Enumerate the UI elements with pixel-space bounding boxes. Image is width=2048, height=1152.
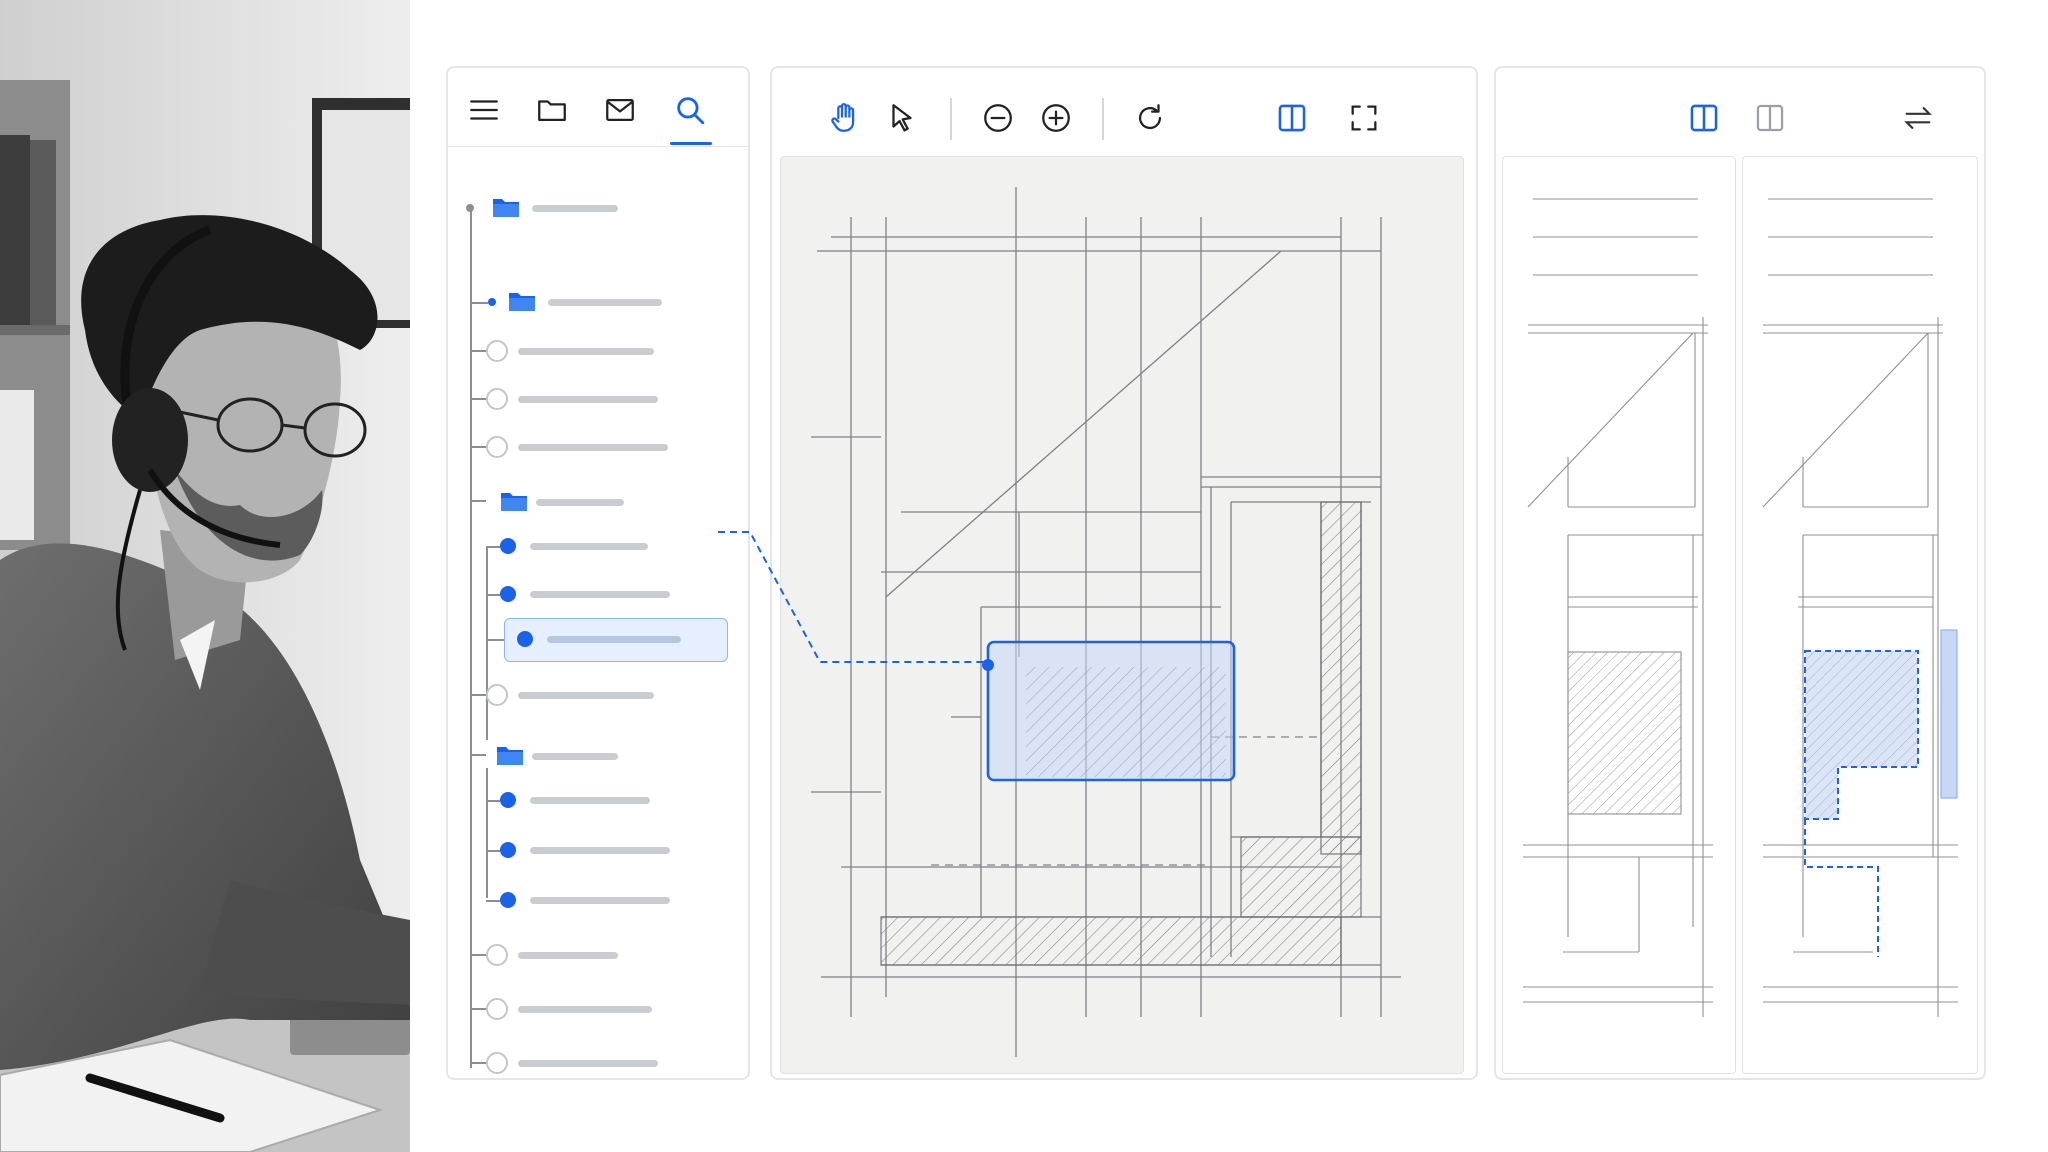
swap-button[interactable]: [1898, 98, 1938, 138]
folder-icon: [501, 493, 527, 511]
mail-icon: [606, 98, 634, 122]
tab-divider: [448, 146, 748, 147]
single-view-icon: [1756, 104, 1784, 132]
rotate-icon: [1138, 104, 1162, 130]
tree-item-label: [518, 692, 654, 699]
tree-connector: [470, 754, 486, 756]
tree-item-label: [518, 396, 658, 403]
tree-node-dot: [488, 298, 496, 306]
radio-icon: [486, 388, 508, 410]
radio-icon: [486, 436, 508, 458]
tree-item-label: [518, 1060, 658, 1067]
tree-connector: [470, 208, 472, 1068]
bullet-icon: [500, 538, 516, 554]
tree-item[interactable]: [470, 434, 730, 460]
swap-icon: [1904, 107, 1932, 129]
compare-single-button[interactable]: [1750, 98, 1790, 138]
bullet-icon: [500, 842, 516, 858]
tree-item[interactable]: [486, 534, 726, 558]
tree-item-label: [518, 348, 654, 355]
zoom-in-button[interactable]: [1036, 98, 1076, 138]
tree-folder-root[interactable]: [492, 196, 732, 222]
change-marker: [1940, 629, 1958, 799]
compare-page-original[interactable]: [1502, 156, 1736, 1074]
viewer-toolbar: [772, 68, 1476, 152]
compare-toolbar: [1496, 68, 1984, 152]
tree-item-label: [547, 636, 681, 643]
hand-icon: [831, 103, 855, 132]
link-connector: [718, 531, 985, 663]
hand-tool-button[interactable]: [824, 98, 864, 138]
split-view-button[interactable]: [1272, 98, 1312, 138]
mail-tab[interactable]: [600, 90, 640, 130]
compare-split-button[interactable]: [1684, 98, 1724, 138]
tree-item-label: [532, 753, 618, 760]
folder-icon: [509, 293, 535, 311]
zoom-out-icon: [984, 104, 1012, 132]
toolbar-divider: [1102, 98, 1104, 140]
split-view-icon: [1278, 104, 1306, 132]
compare-page-revised[interactable]: [1742, 156, 1978, 1074]
zoom-in-icon: [1042, 104, 1070, 132]
folder-icon: [538, 100, 566, 122]
tree-folder-2[interactable]: [500, 490, 720, 516]
menu-icon: [470, 100, 498, 120]
radio-icon: [486, 340, 508, 362]
tree-item[interactable]: [470, 996, 730, 1022]
tree-item-label: [530, 543, 648, 550]
search-tab[interactable]: [670, 90, 710, 130]
tree-item[interactable]: [486, 582, 726, 606]
toolbar-divider: [950, 98, 952, 140]
tree-item-label: [530, 591, 670, 598]
tree-item[interactable]: [486, 888, 726, 912]
tree-item[interactable]: [470, 1050, 730, 1076]
tree-folder-3[interactable]: [496, 744, 716, 770]
active-tab-indicator: [670, 142, 712, 145]
tree-connector: [470, 500, 486, 502]
search-icon: [677, 97, 705, 125]
tree-item-label: [548, 299, 662, 306]
radio-icon: [486, 684, 508, 706]
bullet-icon: [500, 892, 516, 908]
tree-node-dot: [466, 204, 474, 212]
tree-item-selected[interactable]: [504, 618, 728, 662]
tree-item-label: [518, 1006, 652, 1013]
fullscreen-icon: [1351, 105, 1377, 131]
split-view-icon: [1690, 104, 1718, 132]
bullet-icon: [500, 586, 516, 602]
tree-folder-1[interactable]: [508, 290, 728, 316]
pointer-icon: [892, 104, 912, 132]
tree-item-label: [518, 444, 668, 451]
tree-item[interactable]: [470, 682, 730, 708]
rotate-button[interactable]: [1130, 98, 1170, 138]
tree-item-label: [530, 847, 670, 854]
bullet-icon: [500, 792, 516, 808]
compare-panel: [1494, 66, 1986, 1080]
radio-icon: [486, 944, 508, 966]
radio-icon: [486, 1052, 508, 1074]
tree-item[interactable]: [470, 386, 730, 412]
tree-item-label: [536, 499, 624, 506]
tree-connector: [470, 302, 488, 304]
tree-item[interactable]: [486, 838, 726, 862]
tree-item[interactable]: [470, 338, 730, 364]
select-tool-button[interactable]: [882, 98, 922, 138]
folder-icon: [497, 747, 523, 765]
folders-tab[interactable]: [532, 90, 572, 130]
tree-connector: [486, 548, 488, 740]
tree-connector: [486, 639, 504, 641]
radio-icon: [486, 998, 508, 1020]
tree-item[interactable]: [486, 788, 726, 812]
folder-icon: [493, 199, 519, 217]
tree-item-label: [518, 952, 618, 959]
tree-item[interactable]: [470, 942, 730, 968]
tree-item-label: [530, 797, 650, 804]
bullet-icon: [517, 631, 533, 647]
tree-item-label: [530, 897, 670, 904]
fullscreen-button[interactable]: [1344, 98, 1384, 138]
zoom-out-button[interactable]: [978, 98, 1018, 138]
menu-button[interactable]: [464, 90, 504, 130]
tree-item-label: [532, 205, 618, 212]
person-photo: [0, 0, 410, 1152]
